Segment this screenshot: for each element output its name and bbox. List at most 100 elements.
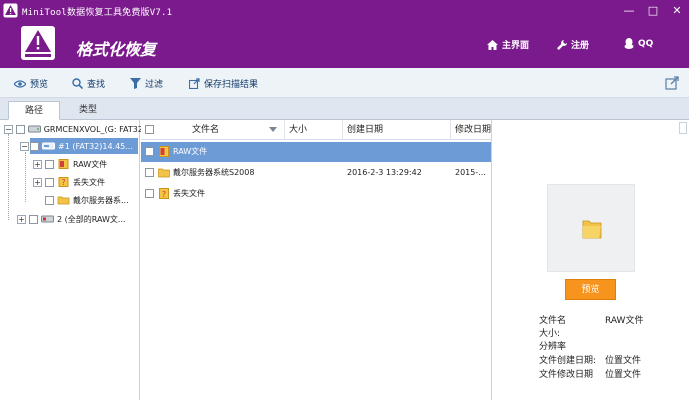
partition-icon (42, 142, 55, 150)
info-value: 位置文件 (605, 356, 642, 366)
column-header-name[interactable]: 文件名 (159, 120, 285, 140)
column-header-size[interactable]: 大小 (285, 120, 343, 140)
filter-tool-label: 过滤 (145, 80, 164, 90)
directory-tree: − GRMCENXVOL_(G: FAT32) #1 (FAT32)14.45.… (0, 120, 146, 400)
folder-icon (158, 168, 170, 178)
checkbox[interactable] (145, 168, 154, 177)
preview-tool-label: 预览 (30, 80, 49, 90)
tree-node-raw[interactable]: + RAW文件 (33, 156, 140, 172)
home-icon (487, 39, 498, 50)
tree-node-lost[interactable]: + ? 丢失文件 (33, 174, 140, 190)
info-label: 大小: (539, 329, 561, 339)
preview-panel: 预览 文件名 RAW文件 大小: 分辨率 文件创建日期: 位置文件 文件修改日期… (493, 120, 689, 400)
find-tool-label: 查找 (87, 80, 106, 90)
minimize-button[interactable]: — (621, 3, 637, 19)
home-nav-button[interactable]: 主界面 (487, 38, 529, 51)
checkbox[interactable] (15, 124, 25, 134)
lost-file-icon: ? (159, 188, 169, 199)
column-header-created[interactable]: 创建日期 (343, 120, 451, 140)
folder-icon (57, 196, 70, 205)
tab-path[interactable]: 路径 (8, 101, 60, 120)
checkbox[interactable] (145, 189, 154, 198)
file-modified (455, 184, 491, 204)
checkbox[interactable] (29, 214, 38, 224)
file-created (347, 184, 451, 204)
preview-thumbnail (547, 184, 635, 272)
file-modified: 2015-... (455, 168, 486, 177)
qq-nav-button[interactable]: QQ (624, 38, 653, 49)
column-header-modified[interactable]: 修改日期 (451, 120, 491, 140)
info-value: 位置文件 (605, 370, 642, 380)
page-title: 格式化恢复 (76, 40, 157, 59)
file-size (289, 142, 343, 162)
file-size (289, 184, 343, 204)
home-nav-label: 主界面 (502, 41, 530, 51)
funnel-icon (130, 78, 141, 89)
checkbox[interactable] (45, 177, 54, 187)
hard-drive-icon (27, 125, 41, 133)
tab-type[interactable]: 类型 (62, 101, 114, 120)
raw-file-icon (58, 159, 69, 169)
sort-desc-icon (269, 127, 277, 132)
register-nav-button[interactable]: 注册 (557, 38, 589, 51)
tree-node-label: #1 (FAT32)14.45... (58, 141, 133, 151)
collapse-toggle[interactable]: − (4, 124, 13, 134)
info-label: 分辨率 (539, 342, 567, 352)
expand-toggle[interactable]: + (17, 214, 26, 224)
expand-toggle[interactable]: + (33, 159, 42, 169)
title-bar: MiniTool数据恢复工具免费版V7.1 — □ ✕ (0, 0, 689, 22)
save-scan-tool-button[interactable]: 保存扫描结果 (189, 77, 258, 90)
app-logo-icon (3, 3, 18, 18)
file-created: 2016-2-3 13:29:42 (347, 168, 422, 177)
tree-node-dell[interactable]: 戴尔服务器系... (45, 192, 140, 208)
search-icon (72, 78, 83, 89)
info-value: RAW文件 (605, 316, 644, 326)
file-created (347, 142, 451, 162)
tab-bar: 路径 类型 (0, 98, 689, 120)
table-row[interactable]: RAW文件 (141, 142, 491, 162)
checkbox[interactable] (45, 195, 54, 205)
info-label: 文件名 (539, 316, 567, 326)
info-label: 文件修改日期 (539, 370, 594, 380)
window-title: MiniTool数据恢复工具免费版V7.1 (22, 8, 173, 18)
preview-button[interactable]: 预览 (565, 279, 616, 300)
panel-scrollbar[interactable] (679, 122, 687, 134)
tree-node-partition[interactable]: #1 (FAT32)14.45... (30, 138, 138, 154)
file-modified (455, 142, 491, 162)
tree-node-label: 丢失文件 (73, 177, 105, 187)
svg-text:?: ? (61, 178, 65, 187)
filter-tool-button[interactable]: 过滤 (130, 77, 163, 90)
table-row[interactable]: ? 丢失文件 (141, 184, 491, 204)
table-row[interactable]: 戴尔服务器系统S2008 2016-2-3 13:29:42 2015-... (141, 163, 491, 183)
tree-node-label: GRMCENXVOL_(G: FAT32) (43, 124, 147, 134)
export-icon (189, 78, 200, 89)
checkbox[interactable] (145, 147, 154, 156)
eye-icon (14, 79, 26, 88)
header-band: 格式化恢复 主界面 注册 QQ (0, 22, 689, 68)
select-all-checkbox[interactable] (145, 125, 154, 134)
warning-drive-icon (21, 26, 55, 60)
register-nav-label: 注册 (571, 41, 590, 51)
find-tool-button[interactable]: 查找 (72, 77, 105, 90)
list-header: 文件名 大小 创建日期 修改日期 (141, 120, 491, 140)
maximize-button[interactable]: □ (645, 3, 661, 19)
tree-node-drive[interactable]: − GRMCENXVOL_(G: FAT32) (4, 121, 146, 137)
checkbox[interactable] (45, 159, 54, 169)
checkbox[interactable] (30, 141, 39, 151)
info-label: 文件创建日期: (539, 356, 597, 366)
file-name: RAW文件 (173, 147, 208, 156)
share-export-icon[interactable] (665, 76, 679, 90)
tree-node-raw-all[interactable]: + 2 (全部的RAW文... (17, 211, 140, 227)
svg-text:?: ? (162, 190, 166, 199)
collapse-toggle[interactable]: − (20, 142, 29, 151)
file-size (289, 163, 343, 183)
close-button[interactable]: ✕ (669, 3, 685, 19)
file-list: 文件名 大小 创建日期 修改日期 RAW文件 戴尔服务器系统S2008 2016… (141, 120, 492, 400)
file-name: 丢失文件 (173, 189, 205, 198)
lost-file-icon: ? (58, 177, 69, 187)
expand-toggle[interactable]: + (33, 177, 42, 187)
red-drive-icon (41, 215, 54, 223)
preview-tool-button[interactable]: 预览 (14, 77, 48, 90)
tree-node-label: RAW文件 (73, 159, 108, 169)
file-name: 戴尔服务器系统S2008 (173, 168, 255, 177)
